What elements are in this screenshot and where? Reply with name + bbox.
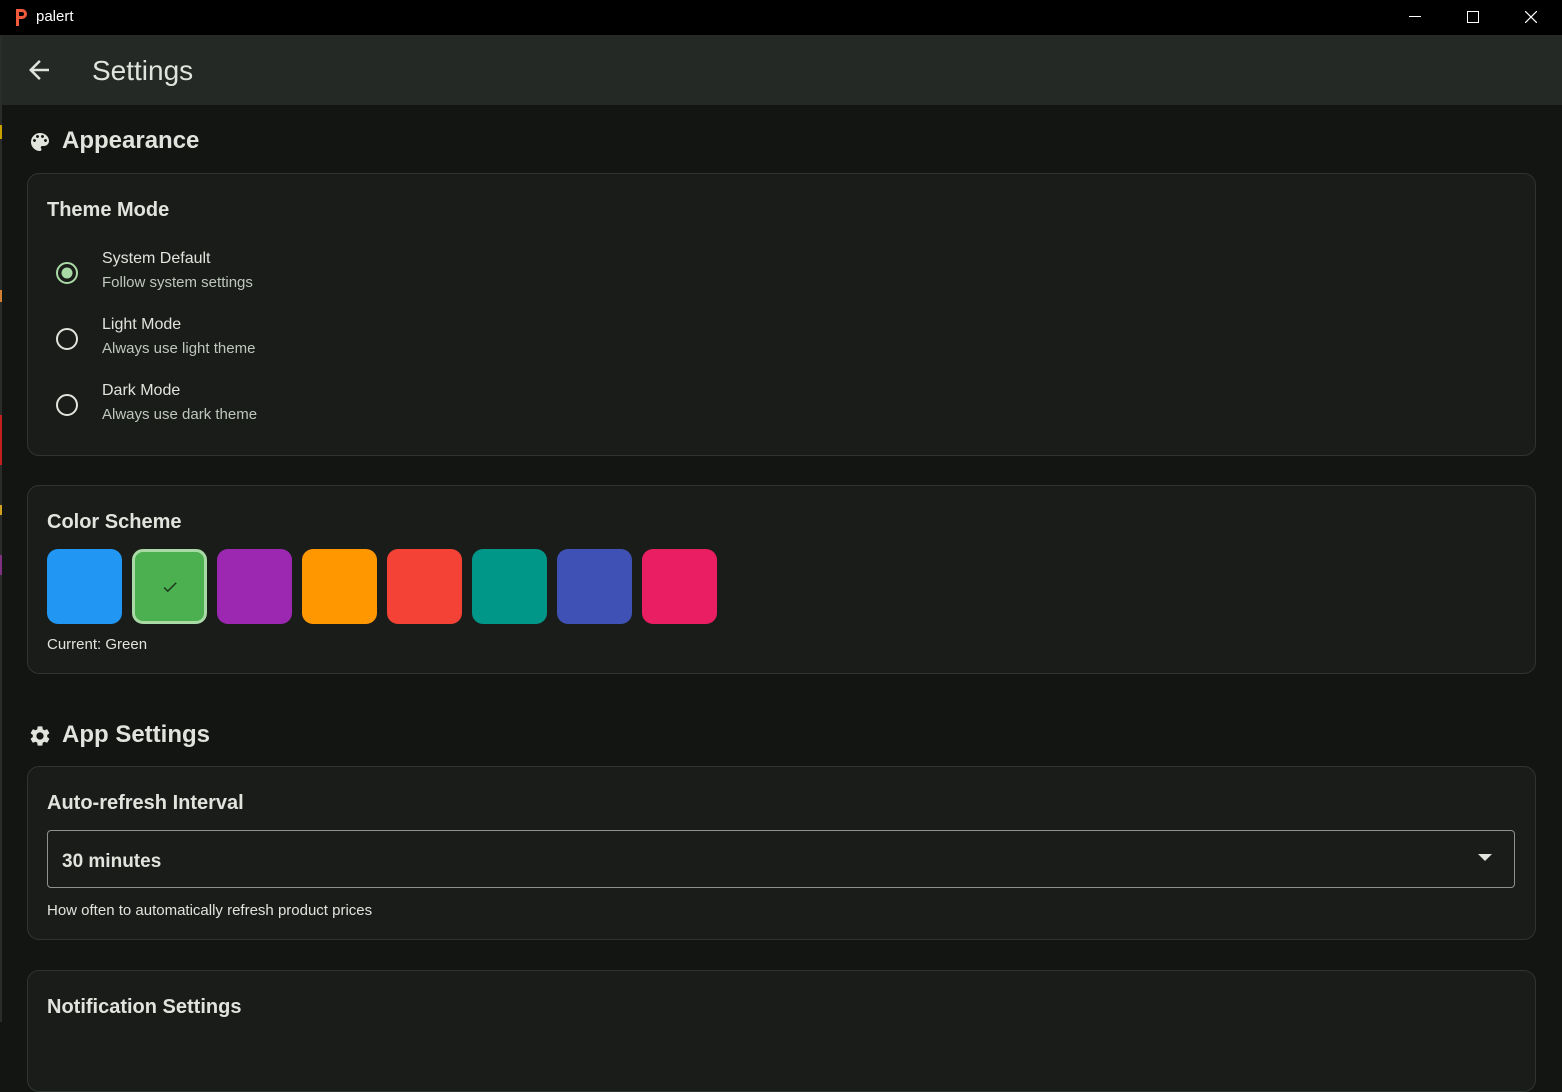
minimize-button[interactable] — [1386, 0, 1444, 35]
auto-refresh-card: Auto-refresh Interval 30 minutes How oft… — [27, 766, 1536, 940]
appearance-heading-label: Appearance — [62, 127, 200, 154]
palette-icon — [31, 133, 49, 151]
color-swatch[interactable] — [557, 549, 632, 624]
auto-refresh-helper-text: How often to automatically refresh produ… — [47, 902, 373, 919]
color-swatch[interactable] — [472, 549, 547, 624]
color-swatch[interactable] — [387, 549, 462, 624]
dropdown-arrow-icon — [1478, 854, 1492, 861]
page-title: Settings — [92, 55, 194, 86]
notification-settings-card: Notification Settings — [27, 970, 1536, 1092]
notification-settings-title: Notification Settings — [47, 996, 242, 1018]
app-settings-heading-label: App Settings — [62, 721, 210, 748]
color-swatch[interactable] — [217, 549, 292, 624]
close-button[interactable] — [1502, 0, 1560, 35]
color-scheme-card: Color Scheme Current: Green — [27, 485, 1536, 674]
color-swatch[interactable] — [47, 549, 122, 624]
radio-label: Light Mode — [102, 316, 182, 333]
radio-selected-icon — [56, 262, 78, 284]
check-icon — [163, 581, 177, 592]
radio-description: Follow system settings — [102, 274, 253, 291]
maximize-icon — [1467, 11, 1479, 23]
auto-refresh-title: Auto-refresh Interval — [47, 792, 244, 814]
theme-mode-title: Theme Mode — [47, 199, 170, 221]
radio-label: Dark Mode — [102, 382, 181, 399]
color-swatch[interactable] — [642, 549, 717, 624]
color-swatch[interactable] — [302, 549, 377, 624]
app-logo-icon — [16, 9, 27, 26]
radio-option-dark-mode[interactable]: Dark Mode Always use dark theme — [28, 382, 1535, 442]
color-swatch[interactable] — [132, 549, 207, 624]
theme-mode-card: Theme Mode System Default Follow system … — [27, 173, 1536, 456]
arrow-back-icon — [29, 60, 49, 80]
auto-refresh-dropdown[interactable]: 30 minutes — [47, 830, 1515, 888]
radio-description: Always use light theme — [102, 340, 256, 357]
radio-unselected-icon — [56, 394, 78, 416]
maximize-button[interactable] — [1444, 0, 1502, 35]
current-color-label: Current: Green — [47, 636, 148, 653]
dropdown-selected-value: 30 minutes — [62, 851, 162, 872]
app-bar: Settings — [2, 35, 1562, 105]
gear-icon — [30, 726, 50, 746]
window-titlebar: palert — [0, 0, 1562, 35]
radio-unselected-icon — [56, 328, 78, 350]
back-button[interactable] — [24, 55, 54, 85]
window-title: palert — [36, 8, 74, 25]
radio-description: Always use dark theme — [102, 406, 258, 423]
radio-option-light-mode[interactable]: Light Mode Always use light theme — [28, 316, 1535, 376]
close-icon — [1525, 11, 1537, 23]
radio-option-system-default[interactable]: System Default Follow system settings — [28, 250, 1535, 310]
color-scheme-title: Color Scheme — [47, 511, 182, 533]
background-window-edge — [0, 35, 2, 1022]
radio-label: System Default — [102, 250, 211, 267]
minimize-icon — [1409, 16, 1421, 17]
